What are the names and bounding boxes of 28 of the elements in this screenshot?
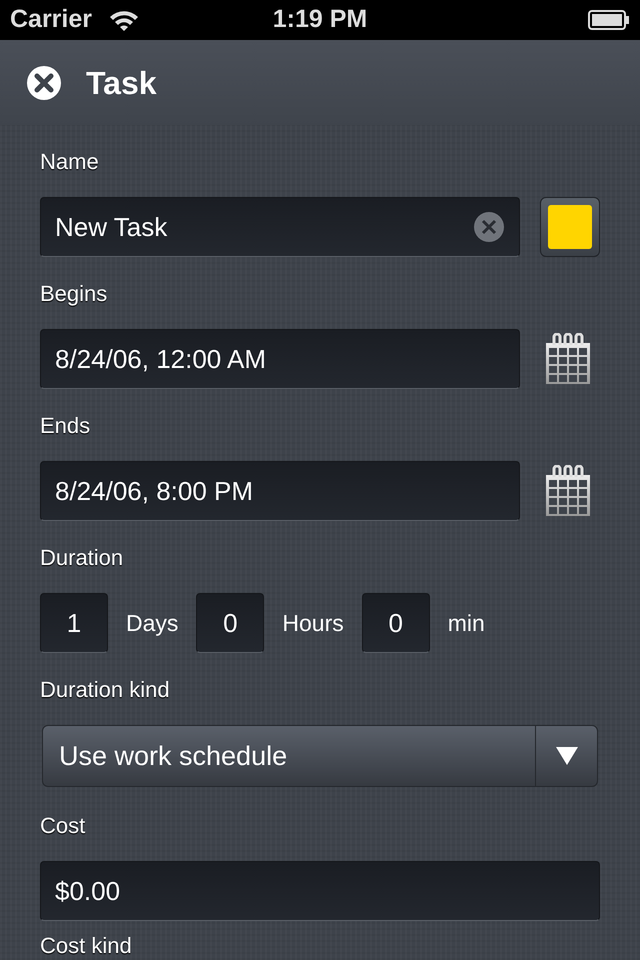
screen-title: Task (86, 64, 157, 102)
date-field[interactable]: 8/24/06, 12:00 AM (40, 329, 520, 389)
text-field[interactable]: New Task (40, 197, 520, 257)
unit-label: min (448, 608, 485, 638)
field-label: Begins (40, 280, 108, 308)
unit-label: Days (126, 608, 178, 638)
field-label: Cost kind (40, 932, 132, 960)
color-swatch[interactable] (540, 197, 600, 257)
date-field[interactable]: 8/24/06, 8:00 PM (40, 461, 520, 521)
dropdown[interactable]: Use work schedule (42, 725, 598, 787)
field-label: Duration kind (40, 676, 170, 704)
close-icon[interactable] (26, 64, 62, 100)
battery-icon (588, 10, 630, 30)
cost-field[interactable]: $0.00 (40, 861, 600, 921)
clear-icon[interactable] (473, 211, 505, 243)
field-label: Name (40, 148, 99, 176)
field-label: Duration (40, 544, 124, 572)
number-field[interactable]: 0 (362, 593, 430, 653)
field-label: Cost (40, 812, 86, 840)
caret-icon (554, 746, 578, 766)
field-label: Ends (40, 412, 90, 440)
clock-time: 1:19 PM (272, 4, 368, 36)
calendar-icon[interactable] (544, 333, 592, 385)
unit-label: Hours (282, 608, 344, 638)
carrier-label: Carrier (10, 4, 92, 36)
number-field[interactable]: 0 (196, 593, 264, 653)
calendar-icon[interactable] (544, 465, 592, 517)
number-field[interactable]: 1 (40, 593, 108, 653)
